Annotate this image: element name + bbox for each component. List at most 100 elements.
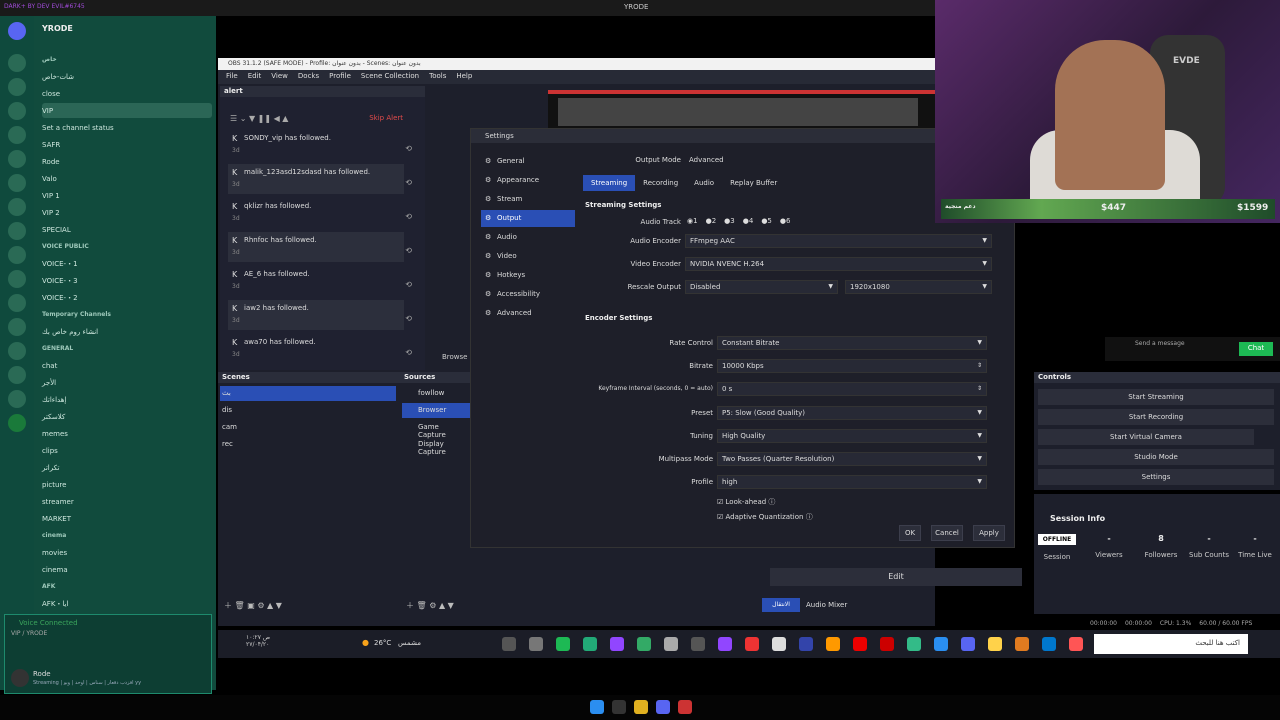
app-icon[interactable] xyxy=(529,637,543,651)
app-icon[interactable] xyxy=(961,637,975,651)
profile-select[interactable]: high ▼ xyxy=(717,475,987,489)
replay-icon[interactable]: ⟲ xyxy=(405,314,412,323)
track-radio[interactable]: ●2 xyxy=(706,217,717,225)
app-icon[interactable] xyxy=(853,637,867,651)
menu-item[interactable]: Tools xyxy=(429,72,446,82)
server-icon[interactable] xyxy=(8,174,26,192)
settings-nav-general[interactable]: ⚙ General xyxy=(481,153,575,170)
source-item[interactable]: Game Capture xyxy=(402,420,470,439)
discord-icon[interactable] xyxy=(656,700,670,714)
server-icon[interactable] xyxy=(8,390,26,408)
channel-item[interactable]: clips xyxy=(42,443,212,458)
cancel-button[interactable]: Cancel xyxy=(931,525,963,541)
menu-item[interactable]: Scene Collection xyxy=(361,72,419,82)
channel-item[interactable]: انشاء روم خاص بك xyxy=(42,324,212,339)
discord-home-icon[interactable] xyxy=(8,22,26,40)
tab-recording[interactable]: Recording xyxy=(635,175,687,191)
tab-streaming[interactable]: Streaming xyxy=(583,175,636,191)
track-radio[interactable]: ●5 xyxy=(761,217,772,225)
server-icon[interactable] xyxy=(8,150,26,168)
server-icon[interactable] xyxy=(8,222,26,240)
menu-item[interactable]: File xyxy=(226,72,238,82)
channel-item[interactable]: memes xyxy=(42,426,212,441)
replay-icon[interactable]: ⟲ xyxy=(405,348,412,357)
server-icon[interactable] xyxy=(8,246,26,264)
app-icon[interactable] xyxy=(583,637,597,651)
server-name[interactable]: YRODE xyxy=(42,24,73,33)
edit-button[interactable]: Edit xyxy=(770,568,1022,586)
app-icon[interactable] xyxy=(826,637,840,651)
menu-item[interactable]: View xyxy=(271,72,288,82)
channel-item[interactable]: cinema xyxy=(42,562,212,577)
replay-icon[interactable]: ⟲ xyxy=(405,246,412,255)
channel-item[interactable]: movies xyxy=(42,545,212,560)
app-icon[interactable] xyxy=(880,637,894,651)
server-icon[interactable] xyxy=(8,342,26,360)
server-icon[interactable] xyxy=(8,126,26,144)
channel-item[interactable]: VOICE-・3 xyxy=(42,273,212,288)
settings-nav-audio[interactable]: ⚙ Audio xyxy=(481,229,575,246)
channel-category[interactable]: VOICE PUBLIC xyxy=(42,239,212,254)
bitrate-spinbox[interactable]: 10000 Kbps ⇕ xyxy=(717,359,987,373)
server-icon[interactable] xyxy=(8,294,26,312)
channel-item[interactable]: VIP 1 xyxy=(42,188,212,203)
channel-item[interactable]: VIP xyxy=(42,103,212,118)
scene-toolbar[interactable]: ＋ 🗑 ▣ ⚙ ▲ ▼ xyxy=(224,600,282,611)
server-icon[interactable] xyxy=(8,366,26,384)
rescale-resolution-select[interactable]: 1920x1080 ▼ xyxy=(845,280,992,294)
app-icon[interactable] xyxy=(1042,637,1056,651)
source-item[interactable]: Browser xyxy=(402,403,470,418)
channel-item[interactable]: VOICE-・1 xyxy=(42,256,212,271)
windows-start-icon[interactable] xyxy=(590,700,604,714)
menu-item[interactable]: Edit xyxy=(248,72,262,82)
server-icon[interactable] xyxy=(8,318,26,336)
track-radio[interactable]: ◉1 xyxy=(687,217,698,225)
track-radio[interactable]: ●4 xyxy=(743,217,754,225)
audio-mixer-tab[interactable]: Audio Mixer xyxy=(806,598,866,612)
skip-alert-button[interactable]: Skip Alert xyxy=(369,114,403,122)
audio-track-radios[interactable]: ◉1 ●2 ●3 ●4 ●5 ●6 xyxy=(687,217,790,225)
add-server-icon[interactable] xyxy=(8,414,26,432)
channel-item[interactable]: تكراتر xyxy=(42,460,212,475)
source-toolbar[interactable]: ＋ 🗑 ⚙ ▲ ▼ xyxy=(406,600,454,611)
settings-nav-video[interactable]: ⚙ Video xyxy=(481,248,575,265)
channel-item[interactable]: الأجر xyxy=(42,375,212,390)
server-icon[interactable] xyxy=(8,78,26,96)
follow-alert-item[interactable]: Kmalik_123asd12sdasd has followed. 3d ⟲ xyxy=(228,164,412,194)
rate-control-select[interactable]: Constant Bitrate ▼ xyxy=(717,336,987,350)
chat-button[interactable]: Chat xyxy=(1239,342,1273,356)
menu-item[interactable]: Docks xyxy=(298,72,319,82)
keyframe-spinbox[interactable]: 0 s ⇕ xyxy=(717,382,987,396)
follow-alert-item[interactable]: Kqklizr has followed. 3d ⟲ xyxy=(228,198,412,228)
start-streaming-button[interactable]: Start Streaming xyxy=(1038,389,1274,405)
replay-icon[interactable]: ⟲ xyxy=(405,144,412,153)
channel-item[interactable]: VIP 2 xyxy=(42,205,212,220)
app-icon[interactable] xyxy=(1069,637,1083,651)
scene-item[interactable]: rec xyxy=(220,437,396,452)
settings-nav-stream[interactable]: ⚙ Stream xyxy=(481,191,575,208)
start-recording-button[interactable]: Start Recording xyxy=(1038,409,1274,425)
channel-item[interactable]: streamer xyxy=(42,494,212,509)
settings-nav-appearance[interactable]: ⚙ Appearance xyxy=(481,172,575,189)
app-icon[interactable] xyxy=(691,637,705,651)
app-icon[interactable] xyxy=(1015,637,1029,651)
chrome-icon[interactable] xyxy=(634,700,648,714)
settings-button[interactable]: Settings xyxy=(1038,469,1274,485)
app-icon[interactable] xyxy=(556,637,570,651)
tuning-select[interactable]: High Quality ▼ xyxy=(717,429,987,443)
settings-nav-hotkeys[interactable]: ⚙ Hotkeys xyxy=(481,267,575,284)
channel-item[interactable]: إهداءاتك xyxy=(42,392,212,407)
channel-item[interactable]: SPECIAL xyxy=(42,222,212,237)
tab-audio[interactable]: Audio xyxy=(686,175,723,191)
settings-nav-output[interactable]: ⚙ Output xyxy=(481,210,575,227)
menu-item[interactable]: Help xyxy=(456,72,472,82)
scene-item[interactable]: dis xyxy=(220,403,396,418)
settings-nav-advanced[interactable]: ⚙ Advanced xyxy=(481,305,575,322)
channel-category[interactable]: Temporary Channels xyxy=(42,307,212,322)
follow-alert-item[interactable]: Kiaw2 has followed. 3d ⟲ xyxy=(228,300,412,330)
apply-button[interactable]: Apply xyxy=(973,525,1005,541)
channel-item[interactable]: close xyxy=(42,86,212,101)
source-item[interactable]: Display Capture xyxy=(402,437,470,456)
replay-icon[interactable]: ⟲ xyxy=(405,212,412,221)
start-virtual-camera-button[interactable]: Start Virtual Camera xyxy=(1038,429,1254,445)
